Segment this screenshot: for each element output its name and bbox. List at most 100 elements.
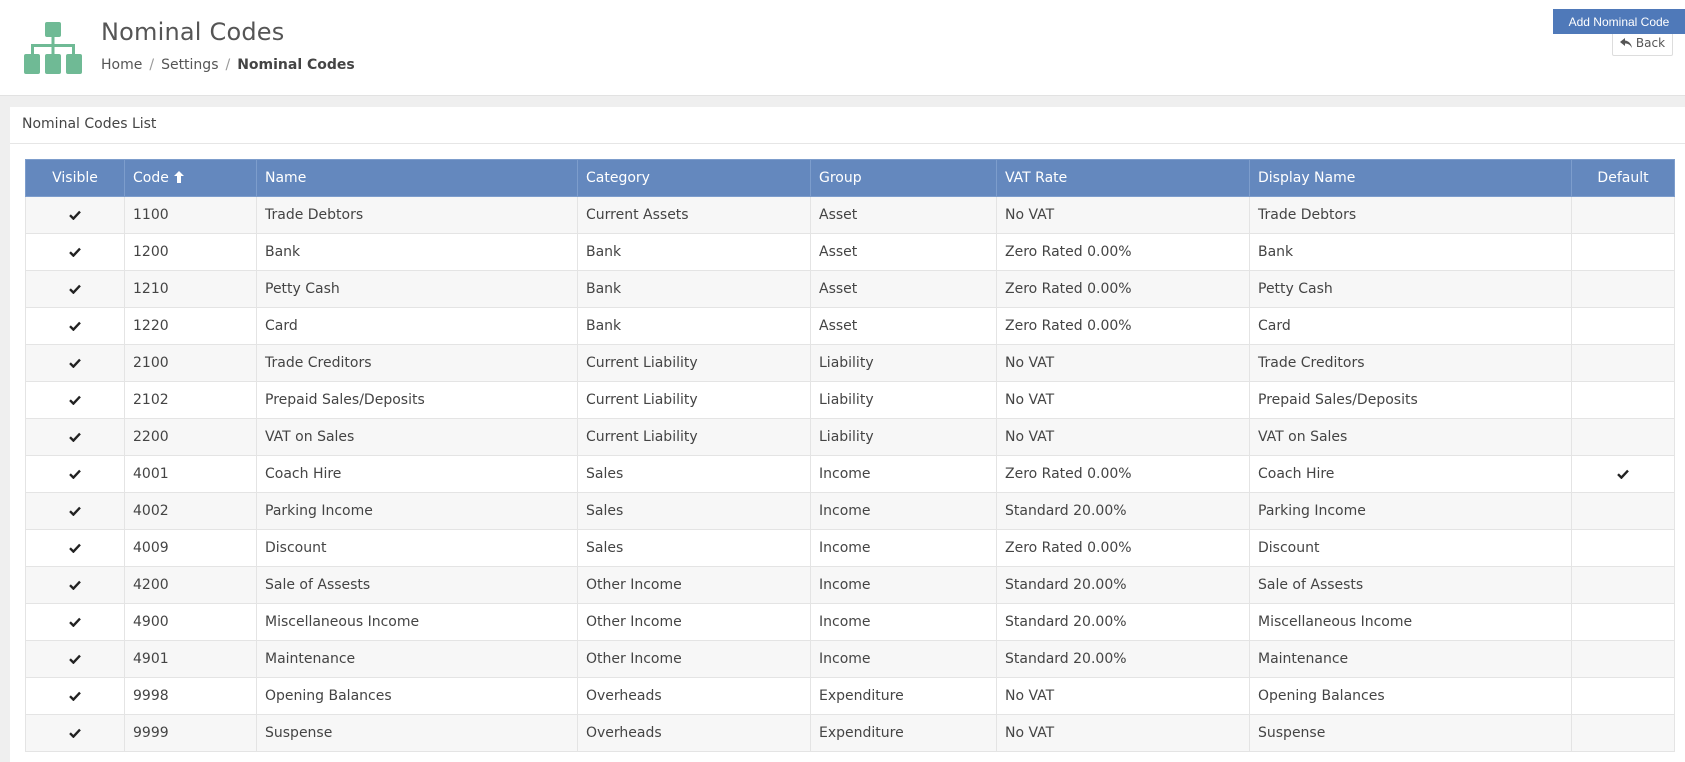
- table-row[interactable]: 1200 Bank Bank Asset Zero Rated 0.00% Bank: [25, 233, 1675, 271]
- default-cell: [1571, 233, 1675, 271]
- page-title: Nominal Codes: [101, 18, 285, 46]
- visible-cell: [25, 603, 125, 641]
- group-cell: Income: [810, 492, 997, 530]
- column-header-display-name[interactable]: Display Name: [1249, 159, 1572, 197]
- display-name-cell: Bank: [1249, 233, 1572, 271]
- breadcrumb-settings[interactable]: Settings: [161, 57, 218, 73]
- category-cell: Sales: [577, 455, 811, 493]
- table-row[interactable]: 1100 Trade Debtors Current Assets Asset No V…: [25, 196, 1675, 234]
- vat-rate-cell: No VAT: [996, 196, 1250, 234]
- display-name-cell: Suspense: [1249, 714, 1572, 752]
- name-cell: Coach Hire: [256, 455, 578, 493]
- visible-cell: [25, 566, 125, 604]
- default-cell: [1571, 196, 1675, 234]
- breadcrumb-current: Nominal Codes: [237, 57, 355, 73]
- reply-arrow-icon: [1619, 37, 1632, 48]
- category-cell: Current Liability: [577, 381, 811, 419]
- check-icon: [69, 210, 81, 220]
- table-body: 1100 Trade Debtors Current Assets Asset No V…: [25, 196, 1675, 752]
- group-cell: Asset: [810, 233, 997, 271]
- table-row[interactable]: 4901 Maintenance Other Income Income Standar…: [25, 640, 1675, 678]
- table-row[interactable]: 9999 Suspense Overheads Expenditure No VAT Su…: [25, 714, 1675, 752]
- display-name-cell: Petty Cash: [1249, 270, 1572, 308]
- visible-cell: [25, 677, 125, 715]
- table-row[interactable]: 9998 Opening Balances Overheads Expenditure…: [25, 677, 1675, 715]
- name-cell: Prepaid Sales/Deposits: [256, 381, 578, 419]
- name-cell: Sale of Assests: [256, 566, 578, 604]
- code-cell: 4200: [124, 566, 257, 604]
- check-icon: [69, 654, 81, 664]
- group-cell: Liability: [810, 381, 997, 419]
- column-header-name[interactable]: Name: [256, 159, 578, 197]
- breadcrumb-separator: /: [149, 57, 155, 73]
- category-cell: Overheads: [577, 677, 811, 715]
- column-header-default[interactable]: Default: [1571, 159, 1675, 197]
- add-nominal-code-button[interactable]: Add Nominal Code: [1553, 9, 1685, 34]
- panel-heading: Nominal Codes List: [10, 107, 1685, 144]
- name-cell: Miscellaneous Income: [256, 603, 578, 641]
- table-row[interactable]: 4900 Miscellaneous Income Other Income Inco…: [25, 603, 1675, 641]
- breadcrumb-separator: /: [225, 57, 231, 73]
- check-icon: [69, 580, 81, 590]
- name-cell: Maintenance: [256, 640, 578, 678]
- table-header-row: Visible Code Name Category Group VAT Rat…: [25, 159, 1675, 197]
- default-cell: [1571, 492, 1675, 530]
- group-cell: Income: [810, 640, 997, 678]
- table-row[interactable]: 2200 VAT on Sales Current Liability Liabili…: [25, 418, 1675, 456]
- column-header-group[interactable]: Group: [810, 159, 997, 197]
- column-header-vat-rate[interactable]: VAT Rate: [996, 159, 1250, 197]
- table-container: Visible Code Name Category Group VAT Rat…: [25, 159, 1675, 752]
- display-name-cell: Opening Balances: [1249, 677, 1572, 715]
- table-row[interactable]: 2102 Prepaid Sales/Deposits Current Liabil…: [25, 381, 1675, 419]
- visible-cell: [25, 344, 125, 382]
- default-cell: [1571, 381, 1675, 419]
- check-icon: [69, 617, 81, 627]
- display-name-cell: Discount: [1249, 529, 1572, 567]
- visible-cell: [25, 529, 125, 567]
- vat-rate-cell: Zero Rated 0.00%: [996, 529, 1250, 567]
- column-header-category[interactable]: Category: [577, 159, 811, 197]
- display-name-cell: Miscellaneous Income: [1249, 603, 1572, 641]
- vat-rate-cell: No VAT: [996, 344, 1250, 382]
- default-cell: [1571, 640, 1675, 678]
- visible-cell: [25, 381, 125, 419]
- name-cell: Suspense: [256, 714, 578, 752]
- default-cell: [1571, 270, 1675, 308]
- name-cell: Discount: [256, 529, 578, 567]
- table-row[interactable]: 4001 Coach Hire Sales Income Zero Rated 0.00…: [25, 455, 1675, 493]
- page-header: Nominal Codes Home / Settings / Nominal Code…: [0, 0, 1685, 96]
- category-cell: Bank: [577, 270, 811, 308]
- code-cell: 1210: [124, 270, 257, 308]
- table-row[interactable]: 4200 Sale of Assests Other Income Income Sta…: [25, 566, 1675, 604]
- display-name-cell: VAT on Sales: [1249, 418, 1572, 456]
- code-cell: 2200: [124, 418, 257, 456]
- table-row[interactable]: 2100 Trade Creditors Current Liability Liab…: [25, 344, 1675, 382]
- default-cell: [1571, 455, 1675, 493]
- name-cell: Trade Creditors: [256, 344, 578, 382]
- group-cell: Expenditure: [810, 677, 997, 715]
- table-row[interactable]: 4009 Discount Sales Income Zero Rated 0.00% D…: [25, 529, 1675, 567]
- column-header-code[interactable]: Code: [124, 159, 257, 197]
- check-icon: [69, 432, 81, 442]
- nominal-codes-table: Visible Code Name Category Group VAT Rat…: [25, 159, 1675, 752]
- breadcrumb-home[interactable]: Home: [101, 57, 142, 73]
- nominal-codes-panel: Nominal Codes List Visible Code Name Cat…: [10, 107, 1685, 762]
- check-icon: [69, 469, 81, 479]
- name-cell: Card: [256, 307, 578, 345]
- code-cell: 4901: [124, 640, 257, 678]
- visible-cell: [25, 492, 125, 530]
- code-cell: 1200: [124, 233, 257, 271]
- table-row[interactable]: 4002 Parking Income Sales Income Standard 20…: [25, 492, 1675, 530]
- vat-rate-cell: Standard 20.00%: [996, 640, 1250, 678]
- group-cell: Asset: [810, 196, 997, 234]
- column-header-visible[interactable]: Visible: [25, 159, 125, 197]
- check-icon: [69, 728, 81, 738]
- default-cell: [1571, 529, 1675, 567]
- table-row[interactable]: 1210 Petty Cash Bank Asset Zero Rated 0.00% P…: [25, 270, 1675, 308]
- vat-rate-cell: No VAT: [996, 677, 1250, 715]
- code-cell: 4900: [124, 603, 257, 641]
- name-cell: Opening Balances: [256, 677, 578, 715]
- check-icon: [69, 321, 81, 331]
- table-row[interactable]: 1220 Card Bank Asset Zero Rated 0.00% Card: [25, 307, 1675, 345]
- display-name-cell: Parking Income: [1249, 492, 1572, 530]
